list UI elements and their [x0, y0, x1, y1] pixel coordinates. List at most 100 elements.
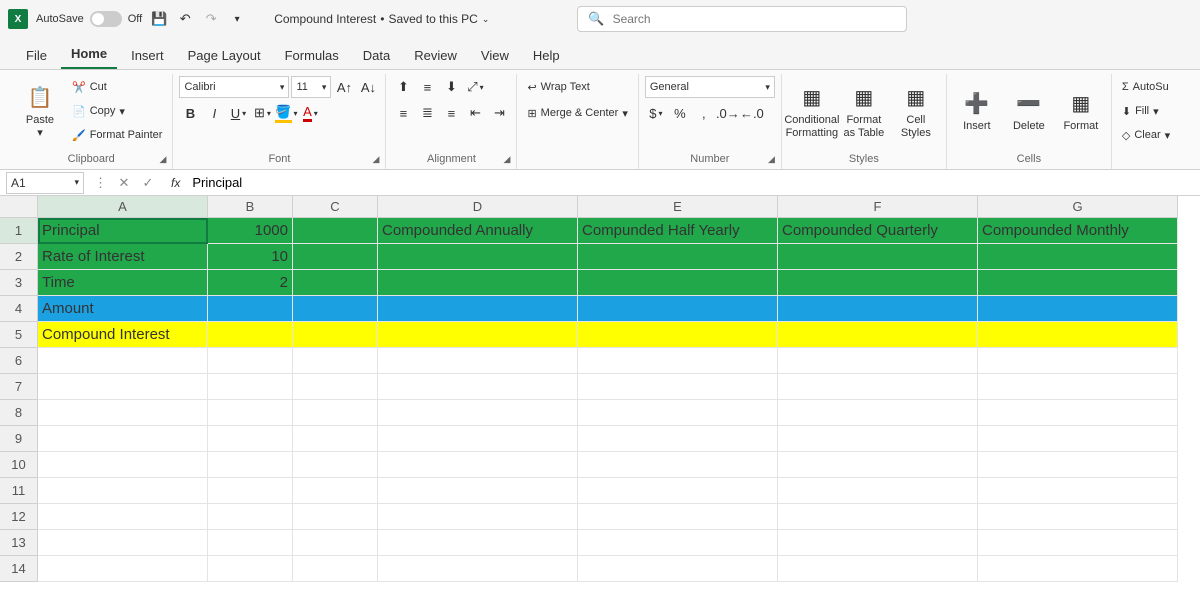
align-middle-icon[interactable]: ≡	[416, 76, 438, 98]
cell-D8[interactable]	[378, 400, 578, 426]
font-name-combo[interactable]: Calibri▾	[179, 76, 289, 98]
cell-E5[interactable]	[578, 322, 778, 348]
cell-C8[interactable]	[293, 400, 378, 426]
cell-A11[interactable]	[38, 478, 208, 504]
col-header-B[interactable]: B	[208, 196, 293, 218]
cell-E4[interactable]	[578, 296, 778, 322]
number-format-combo[interactable]: General▾	[645, 76, 775, 98]
cell-styles-button[interactable]: ▦Cell Styles	[892, 76, 940, 148]
cell-B1[interactable]: 1000	[208, 218, 293, 244]
cell-F7[interactable]	[778, 374, 978, 400]
cell-B10[interactable]	[208, 452, 293, 478]
cell-G10[interactable]	[978, 452, 1178, 478]
currency-button[interactable]: $	[645, 102, 667, 124]
align-bottom-icon[interactable]: ⬇	[440, 76, 462, 98]
cell-A3[interactable]: Time	[38, 270, 208, 296]
cell-G6[interactable]	[978, 348, 1178, 374]
decrease-decimal-icon[interactable]: ←.0	[741, 102, 763, 124]
row-header-3[interactable]: 3	[0, 270, 38, 296]
percent-button[interactable]: %	[669, 102, 691, 124]
cell-C10[interactable]	[293, 452, 378, 478]
cell-G14[interactable]	[978, 556, 1178, 582]
cell-D4[interactable]	[378, 296, 578, 322]
col-header-F[interactable]: F	[778, 196, 978, 218]
cell-G5[interactable]	[978, 322, 1178, 348]
cell-G4[interactable]	[978, 296, 1178, 322]
border-button[interactable]: ⊞	[251, 102, 273, 124]
cell-E14[interactable]	[578, 556, 778, 582]
cell-C3[interactable]	[293, 270, 378, 296]
increase-decimal-icon[interactable]: .0→	[717, 102, 739, 124]
cell-D14[interactable]	[378, 556, 578, 582]
format-as-table-button[interactable]: ▦Format as Table	[840, 76, 888, 148]
cell-A12[interactable]	[38, 504, 208, 530]
row-header-11[interactable]: 11	[0, 478, 38, 504]
qat-dropdown-icon[interactable]: ▾	[228, 10, 246, 28]
format-painter-button[interactable]: 🖌️Format Painter	[68, 124, 166, 146]
cell-C14[interactable]	[293, 556, 378, 582]
orientation-icon[interactable]: ⤢	[464, 76, 486, 98]
cell-D7[interactable]	[378, 374, 578, 400]
row-header-8[interactable]: 8	[0, 400, 38, 426]
cell-G2[interactable]	[978, 244, 1178, 270]
cell-D10[interactable]	[378, 452, 578, 478]
format-cells-button[interactable]: ▦Format	[1057, 76, 1105, 148]
cell-A4[interactable]: Amount	[38, 296, 208, 322]
cell-C7[interactable]	[293, 374, 378, 400]
cell-F2[interactable]	[778, 244, 978, 270]
cell-E12[interactable]	[578, 504, 778, 530]
cell-B12[interactable]	[208, 504, 293, 530]
tab-data[interactable]: Data	[353, 42, 400, 69]
autosum-button[interactable]: ΣAutoSu	[1118, 76, 1173, 98]
tab-formulas[interactable]: Formulas	[275, 42, 349, 69]
clipboard-launcher[interactable]: ◢	[160, 154, 167, 165]
cell-C12[interactable]	[293, 504, 378, 530]
alignment-launcher[interactable]: ◢	[504, 154, 511, 165]
redo-icon[interactable]: ↷	[202, 10, 220, 28]
cell-D1[interactable]: Compounded Annually	[378, 218, 578, 244]
row-header-4[interactable]: 4	[0, 296, 38, 322]
underline-button[interactable]: U	[227, 102, 249, 124]
cell-E11[interactable]	[578, 478, 778, 504]
save-icon[interactable]: 💾	[150, 10, 168, 28]
cell-G9[interactable]	[978, 426, 1178, 452]
fx-icon[interactable]: fx	[165, 176, 186, 190]
cell-E10[interactable]	[578, 452, 778, 478]
cell-E7[interactable]	[578, 374, 778, 400]
increase-font-icon[interactable]: A↑	[333, 76, 355, 98]
merge-center-button[interactable]: ⊞Merge & Center ▾	[523, 102, 631, 124]
increase-indent-icon[interactable]: ⇥	[488, 102, 510, 124]
cell-E9[interactable]	[578, 426, 778, 452]
accept-formula-icon[interactable]: ✓	[137, 172, 159, 194]
delete-cells-button[interactable]: ➖Delete	[1005, 76, 1053, 148]
search-input[interactable]: 🔍	[577, 6, 907, 32]
tab-home[interactable]: Home	[61, 40, 117, 69]
cell-B2[interactable]: 10	[208, 244, 293, 270]
tab-review[interactable]: Review	[404, 42, 467, 69]
font-launcher[interactable]: ◢	[373, 154, 380, 165]
row-header-2[interactable]: 2	[0, 244, 38, 270]
copy-button[interactable]: 📄Copy ▾	[68, 100, 166, 122]
name-box[interactable]: A1▾	[6, 172, 84, 194]
row-header-14[interactable]: 14	[0, 556, 38, 582]
cell-F14[interactable]	[778, 556, 978, 582]
cell-D12[interactable]	[378, 504, 578, 530]
cell-E6[interactable]	[578, 348, 778, 374]
tab-view[interactable]: View	[471, 42, 519, 69]
tab-insert[interactable]: Insert	[121, 42, 174, 69]
italic-button[interactable]: I	[203, 102, 225, 124]
cell-G3[interactable]	[978, 270, 1178, 296]
row-header-1[interactable]: 1	[0, 218, 38, 244]
cell-G13[interactable]	[978, 530, 1178, 556]
cell-A10[interactable]	[38, 452, 208, 478]
fill-button[interactable]: ⬇Fill ▾	[1118, 100, 1163, 122]
align-center-icon[interactable]: ≣	[416, 102, 438, 124]
cell-A13[interactable]	[38, 530, 208, 556]
formula-input[interactable]	[186, 175, 1200, 190]
cell-C1[interactable]	[293, 218, 378, 244]
cell-F10[interactable]	[778, 452, 978, 478]
cell-D3[interactable]	[378, 270, 578, 296]
clear-button[interactable]: ◇Clear ▾	[1118, 124, 1174, 146]
cell-F13[interactable]	[778, 530, 978, 556]
cell-E13[interactable]	[578, 530, 778, 556]
